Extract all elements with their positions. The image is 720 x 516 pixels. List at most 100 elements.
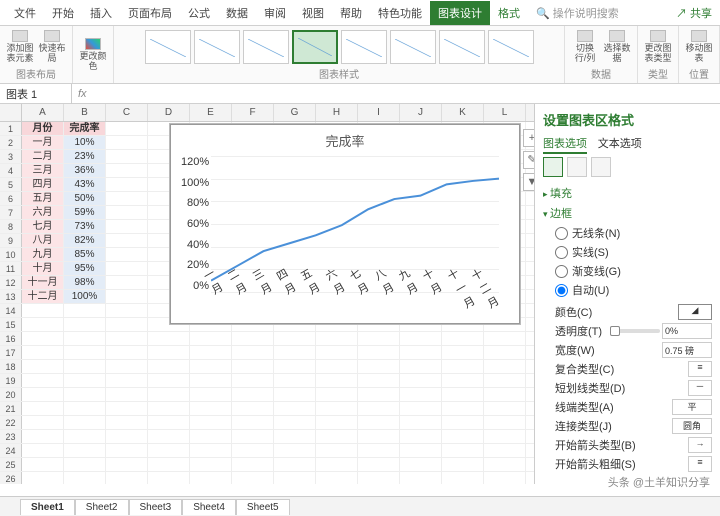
cell[interactable]: 85%	[64, 248, 106, 261]
cell[interactable]	[190, 374, 232, 387]
cell[interactable]	[316, 416, 358, 429]
tab-文件[interactable]: 文件	[6, 1, 44, 25]
cell[interactable]	[232, 332, 274, 345]
tab-特色功能[interactable]: 特色功能	[370, 1, 430, 25]
cell[interactable]	[190, 402, 232, 415]
cell[interactable]	[106, 220, 148, 233]
cell[interactable]	[106, 178, 148, 191]
cell[interactable]	[358, 360, 400, 373]
cell[interactable]: 43%	[64, 178, 106, 191]
cell[interactable]	[400, 388, 442, 401]
section-fill[interactable]: 填充	[543, 185, 712, 201]
cell[interactable]	[22, 444, 64, 457]
cell[interactable]	[148, 374, 190, 387]
row-header-19[interactable]: 19	[0, 374, 22, 387]
cell[interactable]	[148, 332, 190, 345]
cell[interactable]	[442, 458, 484, 471]
row-header-23[interactable]: 23	[0, 430, 22, 443]
fill-line-icon[interactable]	[543, 157, 563, 177]
cell[interactable]	[232, 416, 274, 429]
cell[interactable]	[442, 388, 484, 401]
cell[interactable]	[106, 444, 148, 457]
move-chart-button[interactable]: 移动图表	[685, 30, 713, 64]
cell[interactable]: 二月	[22, 150, 64, 163]
cell[interactable]	[106, 472, 148, 484]
cell[interactable]	[106, 374, 148, 387]
chart-style-7[interactable]	[439, 30, 485, 64]
col-header-L[interactable]: L	[484, 104, 526, 121]
cell[interactable]	[22, 318, 64, 331]
cell[interactable]	[106, 164, 148, 177]
chart-style-4[interactable]	[292, 30, 338, 64]
cell[interactable]: 73%	[64, 220, 106, 233]
cell[interactable]	[106, 346, 148, 359]
cell[interactable]	[400, 416, 442, 429]
cell[interactable]	[316, 360, 358, 373]
cell[interactable]: 月份	[22, 122, 64, 135]
cell[interactable]	[106, 402, 148, 415]
cell[interactable]	[106, 150, 148, 163]
cell[interactable]	[274, 444, 316, 457]
cell[interactable]	[148, 472, 190, 484]
cell[interactable]: 十一月	[22, 276, 64, 289]
cell[interactable]	[274, 402, 316, 415]
row-header-5[interactable]: 5	[0, 178, 22, 191]
cell[interactable]: 98%	[64, 276, 106, 289]
quick-layout-button[interactable]: 快速布局	[38, 30, 66, 64]
cell[interactable]	[190, 430, 232, 443]
col-header-G[interactable]: G	[274, 104, 316, 121]
sheet-tab-Sheet2[interactable]: Sheet2	[75, 499, 129, 515]
row-header-4[interactable]: 4	[0, 164, 22, 177]
tab-视图[interactable]: 视图	[294, 1, 332, 25]
cell[interactable]	[106, 276, 148, 289]
cell[interactable]	[22, 402, 64, 415]
cell[interactable]	[484, 374, 526, 387]
cell[interactable]	[400, 360, 442, 373]
col-header-D[interactable]: D	[148, 104, 190, 121]
cell[interactable]	[106, 234, 148, 247]
cell[interactable]	[316, 346, 358, 359]
cell[interactable]	[106, 290, 148, 303]
cell[interactable]	[442, 416, 484, 429]
cell[interactable]	[106, 332, 148, 345]
compound-dropdown[interactable]: ≡	[688, 361, 712, 377]
row-header-25[interactable]: 25	[0, 458, 22, 471]
embedded-chart[interactable]: 完成率 120%100%80%60%40%20%0% 一月二月三月四月五月六月七…	[170, 124, 520, 324]
row-header-18[interactable]: 18	[0, 360, 22, 373]
cell[interactable]	[274, 472, 316, 484]
cell[interactable]	[316, 444, 358, 457]
cell[interactable]	[64, 318, 106, 331]
cell[interactable]: 59%	[64, 206, 106, 219]
cell[interactable]	[442, 444, 484, 457]
cell[interactable]	[22, 430, 64, 443]
cell[interactable]	[274, 332, 316, 345]
cell[interactable]	[22, 332, 64, 345]
cell[interactable]: 82%	[64, 234, 106, 247]
cell[interactable]: 八月	[22, 234, 64, 247]
cell[interactable]	[190, 388, 232, 401]
cell[interactable]	[64, 416, 106, 429]
cell[interactable]	[358, 374, 400, 387]
row-header-26[interactable]: 26	[0, 472, 22, 484]
cell[interactable]	[316, 332, 358, 345]
row-header-12[interactable]: 12	[0, 276, 22, 289]
change-chart-type-button[interactable]: 更改图表类型	[644, 30, 672, 64]
cell[interactable]: 六月	[22, 206, 64, 219]
cell[interactable]	[442, 402, 484, 415]
tell-me-search[interactable]: 🔍 操作说明搜索	[536, 5, 619, 21]
cell[interactable]	[484, 472, 526, 484]
cell[interactable]	[64, 458, 106, 471]
cell[interactable]	[22, 458, 64, 471]
row-header-3[interactable]: 3	[0, 150, 22, 163]
cap-dropdown[interactable]: 平	[672, 399, 712, 415]
tab-格式[interactable]: 格式	[490, 1, 528, 25]
cell[interactable]	[64, 402, 106, 415]
cell[interactable]	[274, 388, 316, 401]
size-props-icon[interactable]	[591, 157, 611, 177]
chart-style-2[interactable]	[194, 30, 240, 64]
cell[interactable]: 36%	[64, 164, 106, 177]
cell[interactable]	[442, 332, 484, 345]
col-header-E[interactable]: E	[190, 104, 232, 121]
name-box[interactable]: 图表 1	[0, 84, 72, 104]
cell[interactable]	[22, 304, 64, 317]
